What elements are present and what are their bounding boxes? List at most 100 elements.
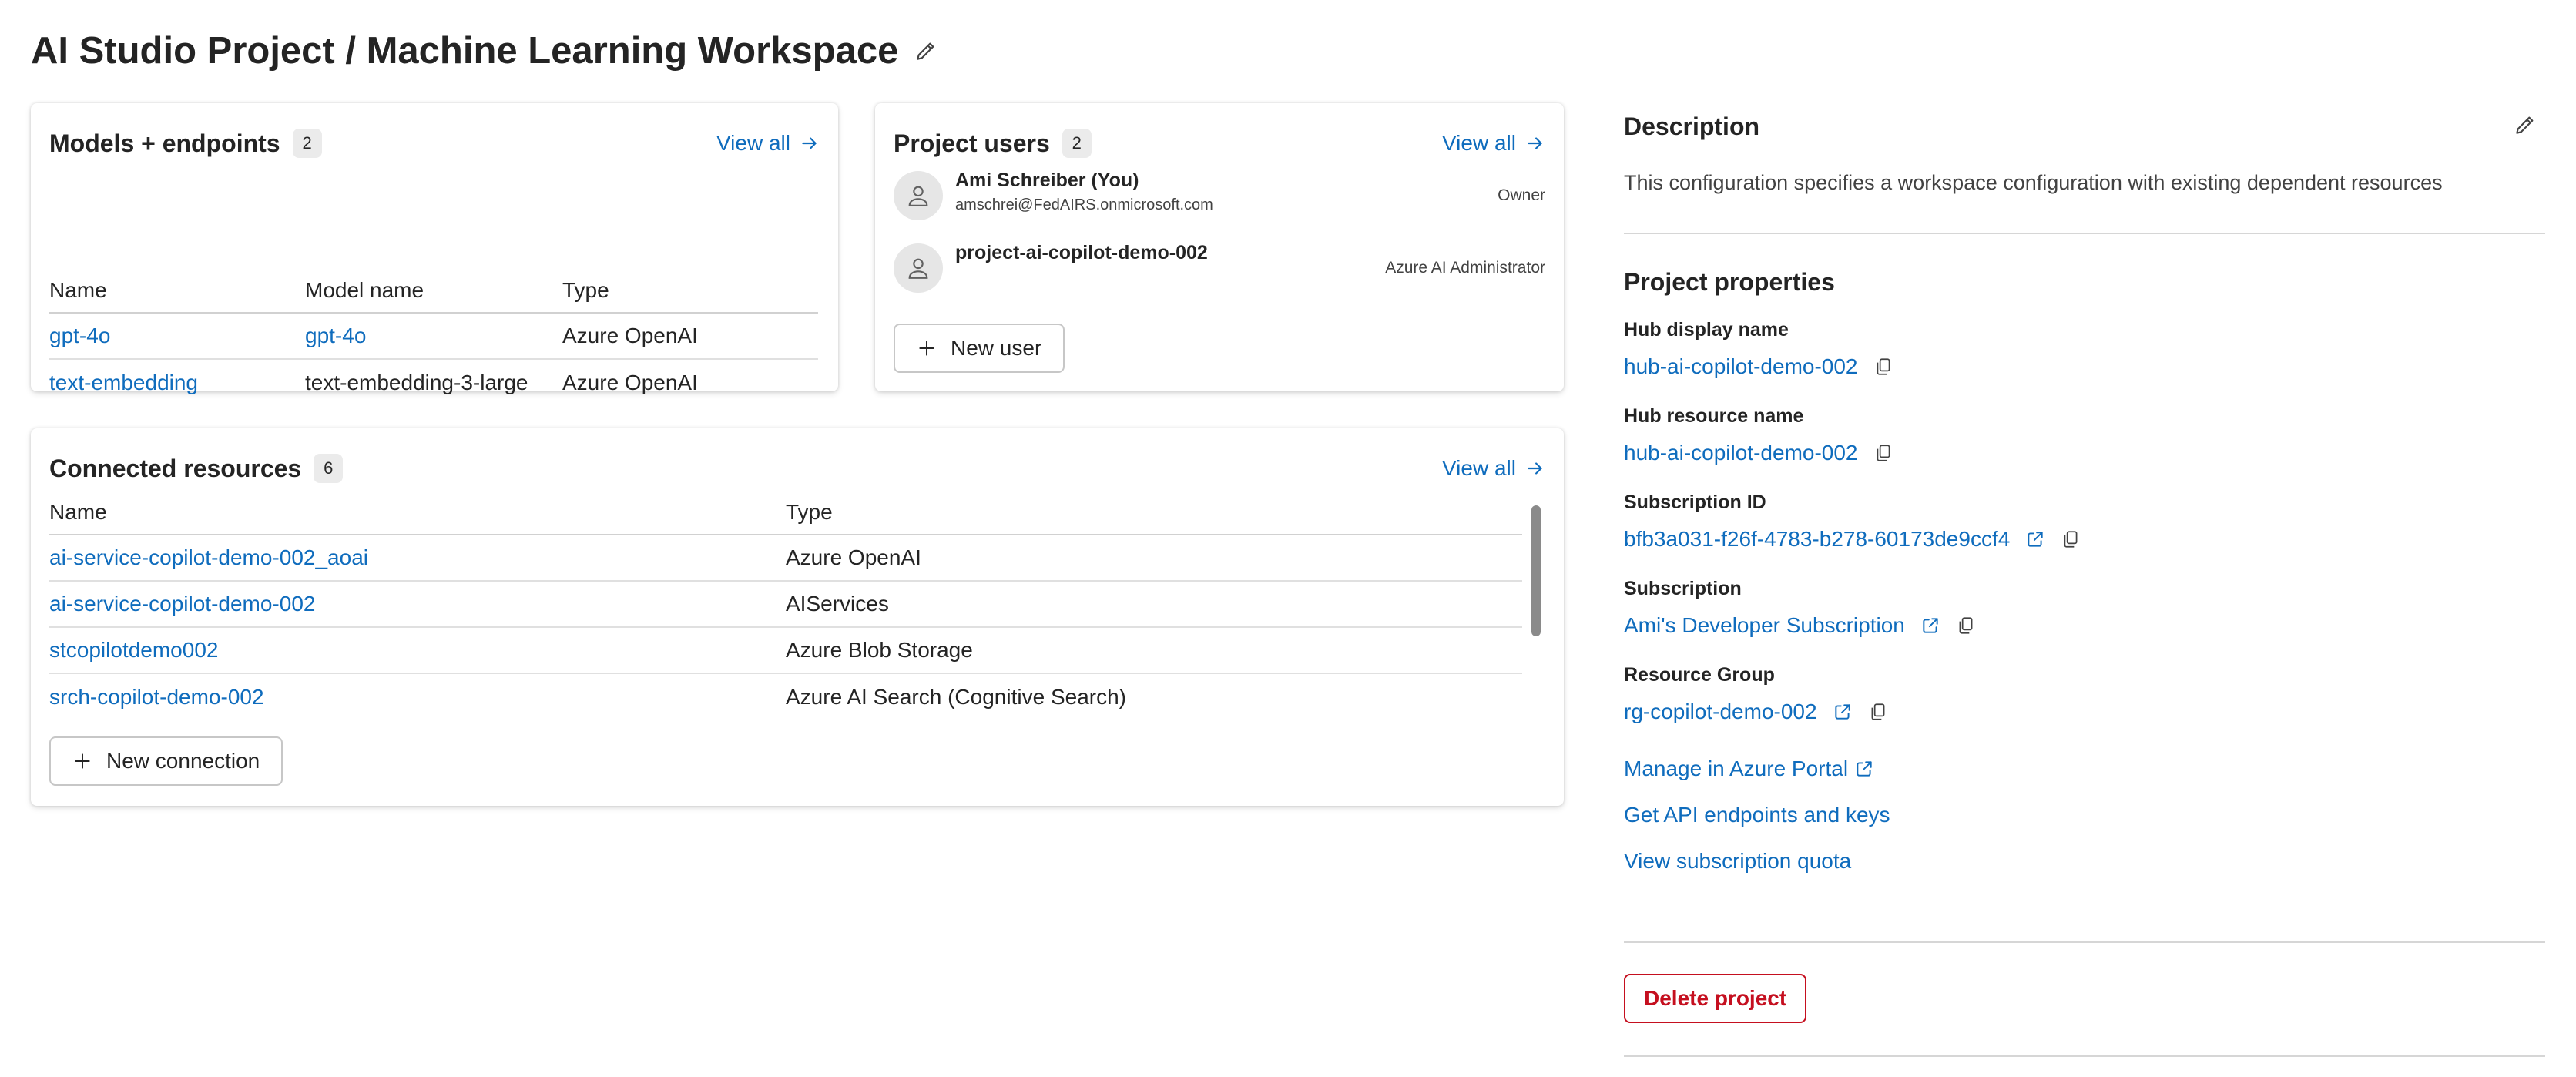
edit-description-button[interactable] xyxy=(2513,112,2537,137)
model-name-link[interactable]: gpt-4o xyxy=(49,324,110,347)
connected-count-badge: 6 xyxy=(314,454,344,483)
resource-group-label: Resource Group xyxy=(1624,664,1775,686)
divider xyxy=(1624,233,2545,234)
divider xyxy=(1624,941,2545,943)
copy-button[interactable] xyxy=(1873,357,1893,377)
resource-type: AIServices xyxy=(786,581,1522,628)
new-user-label: New user xyxy=(951,336,1042,360)
model-name-text: text-embedding-3-large xyxy=(305,370,528,394)
copy-icon xyxy=(2064,531,2078,548)
model-type: Azure OpenAI xyxy=(562,370,698,394)
subscription-quota-link[interactable]: View subscription quota xyxy=(1624,849,1851,874)
table-row: stcopilotdemo002 Azure Blob Storage xyxy=(49,627,1522,674)
users-count-badge: 2 xyxy=(1062,129,1092,158)
external-link-icon xyxy=(2028,532,2043,547)
api-endpoints-link[interactable]: Get API endpoints and keys xyxy=(1624,803,1890,827)
person-icon xyxy=(908,258,928,279)
avatar xyxy=(894,171,943,220)
project-properties-title: Project properties xyxy=(1624,268,1835,296)
resource-name-link[interactable]: ai-service-copilot-demo-002_aoai xyxy=(49,545,368,569)
manage-azure-portal-link[interactable]: Manage in Azure Portal xyxy=(1624,757,1874,781)
new-connection-button[interactable]: New connection xyxy=(49,736,283,786)
column-header-model-name: Model name xyxy=(305,268,562,314)
copy-icon xyxy=(1871,703,1885,720)
user-name: project-ai-copilot-demo-002 xyxy=(955,242,1208,263)
resource-name-link[interactable]: stcopilotdemo002 xyxy=(49,638,218,662)
users-card-header: Project users 2 View all xyxy=(894,120,1545,166)
copy-button[interactable] xyxy=(1868,702,1888,722)
connected-scrollbar[interactable] xyxy=(1530,499,1542,712)
table-row: srch-copilot-demo-002 Azure AI Search (C… xyxy=(49,673,1522,709)
external-link-icon xyxy=(1923,618,1938,633)
user-row: project-ai-copilot-demo-002 Azure AI Adm… xyxy=(894,237,1545,299)
page-title: AI Studio Project / Machine Learning Wor… xyxy=(31,30,899,72)
models-view-all-label: View all xyxy=(716,131,790,155)
project-users-card: Project users 2 View all Ami Schreiber (… xyxy=(875,103,1564,391)
divider xyxy=(1624,1055,2545,1057)
open-external-button[interactable] xyxy=(1920,616,1940,636)
resource-name-link[interactable]: srch-copilot-demo-002 xyxy=(49,685,264,709)
subscription-id-value: bfb3a031-f26f-4783-b278-60173de9ccf4 xyxy=(1624,527,2081,552)
model-type: Azure OpenAI xyxy=(562,313,818,360)
resource-group-link[interactable]: rg-copilot-demo-002 xyxy=(1624,700,1817,724)
copy-button[interactable] xyxy=(2061,529,2081,549)
models-card-title: Models + endpoints xyxy=(49,129,280,157)
table-row: gpt-4o gpt-4o Azure OpenAI xyxy=(49,313,818,360)
person-icon xyxy=(908,186,928,206)
table-row: text-embedding text-embedding-3-large Az… xyxy=(49,359,818,405)
user-email: amschrei@FedAIRS.onmicrosoft.com xyxy=(955,196,1213,213)
delete-project-button[interactable]: Delete project xyxy=(1624,974,1807,1023)
models-table-header: Name Model name Type xyxy=(49,268,818,314)
avatar xyxy=(894,243,943,293)
arrow-right-icon xyxy=(1528,137,1542,149)
connected-table-viewport: Name Type ai-service-copilot-demo-002_ao… xyxy=(49,490,1541,709)
manage-azure-portal-label: Manage in Azure Portal xyxy=(1624,757,1849,780)
copy-button[interactable] xyxy=(1873,443,1893,463)
arrow-right-icon xyxy=(802,137,817,149)
model-link[interactable]: gpt-4o xyxy=(305,324,366,347)
user-row: Ami Schreiber (You) amschrei@FedAIRS.onm… xyxy=(894,165,1545,226)
copy-icon xyxy=(1877,445,1890,461)
connected-card-title: Connected resources xyxy=(49,454,302,482)
users-view-all-link[interactable]: View all xyxy=(1442,131,1545,156)
connected-view-all-label: View all xyxy=(1442,456,1516,480)
copy-icon xyxy=(1877,358,1890,375)
models-endpoints-card: Models + endpoints 2 View all Name Model… xyxy=(31,103,838,394)
models-card-header: Models + endpoints 2 View all xyxy=(49,120,820,166)
resource-group-value: rg-copilot-demo-002 xyxy=(1624,700,1888,724)
model-name-link[interactable]: text-embedding xyxy=(49,371,198,394)
hub-resource-name-link[interactable]: hub-ai-copilot-demo-002 xyxy=(1624,441,1858,465)
scrollbar-thumb[interactable] xyxy=(1531,505,1541,636)
resource-type: Azure Blob Storage xyxy=(786,627,1522,674)
hub-display-name-link[interactable]: hub-ai-copilot-demo-002 xyxy=(1624,354,1858,379)
column-header-name: Name xyxy=(49,268,305,314)
resource-type: Azure AI Search (Cognitive Search) xyxy=(786,684,1126,709)
table-row: ai-service-copilot-demo-002 AIServices xyxy=(49,581,1522,628)
user-role: Owner xyxy=(1498,186,1545,204)
connected-view-all-link[interactable]: View all xyxy=(1442,456,1545,481)
subscription-id-link[interactable]: bfb3a031-f26f-4783-b278-60173de9ccf4 xyxy=(1624,527,2010,552)
open-external-button[interactable] xyxy=(1833,702,1853,722)
models-count-badge: 2 xyxy=(292,129,322,158)
description-title: Description xyxy=(1624,112,1760,140)
open-external-button[interactable] xyxy=(2025,529,2045,549)
copy-button[interactable] xyxy=(1956,616,1976,636)
hub-resource-name-value: hub-ai-copilot-demo-002 xyxy=(1624,441,1893,465)
subscription-link[interactable]: Ami's Developer Subscription xyxy=(1624,613,1905,638)
models-view-all-link[interactable]: View all xyxy=(716,131,820,156)
external-link-icon xyxy=(1834,704,1850,720)
models-table: Name Model name Type gpt-4o gpt-4o Azure… xyxy=(49,268,818,405)
user-info: Ami Schreiber (You) amschrei@FedAIRS.onm… xyxy=(955,169,1213,214)
subscription-value: Ami's Developer Subscription xyxy=(1624,613,1976,638)
column-header-type: Type xyxy=(786,490,1522,535)
arrow-right-icon xyxy=(1528,462,1542,475)
resource-name-link[interactable]: ai-service-copilot-demo-002 xyxy=(49,592,315,616)
new-user-button[interactable]: New user xyxy=(894,324,1065,373)
hub-display-name-value: hub-ai-copilot-demo-002 xyxy=(1624,354,1893,379)
column-header-name: Name xyxy=(49,490,786,535)
user-role: Azure AI Administrator xyxy=(1385,259,1545,277)
users-view-all-label: View all xyxy=(1442,131,1516,155)
connected-resources-card: Connected resources 6 View all Name Type… xyxy=(31,428,1564,806)
connected-table-header: Name Type xyxy=(49,490,1522,535)
edit-title-button[interactable] xyxy=(914,39,938,63)
